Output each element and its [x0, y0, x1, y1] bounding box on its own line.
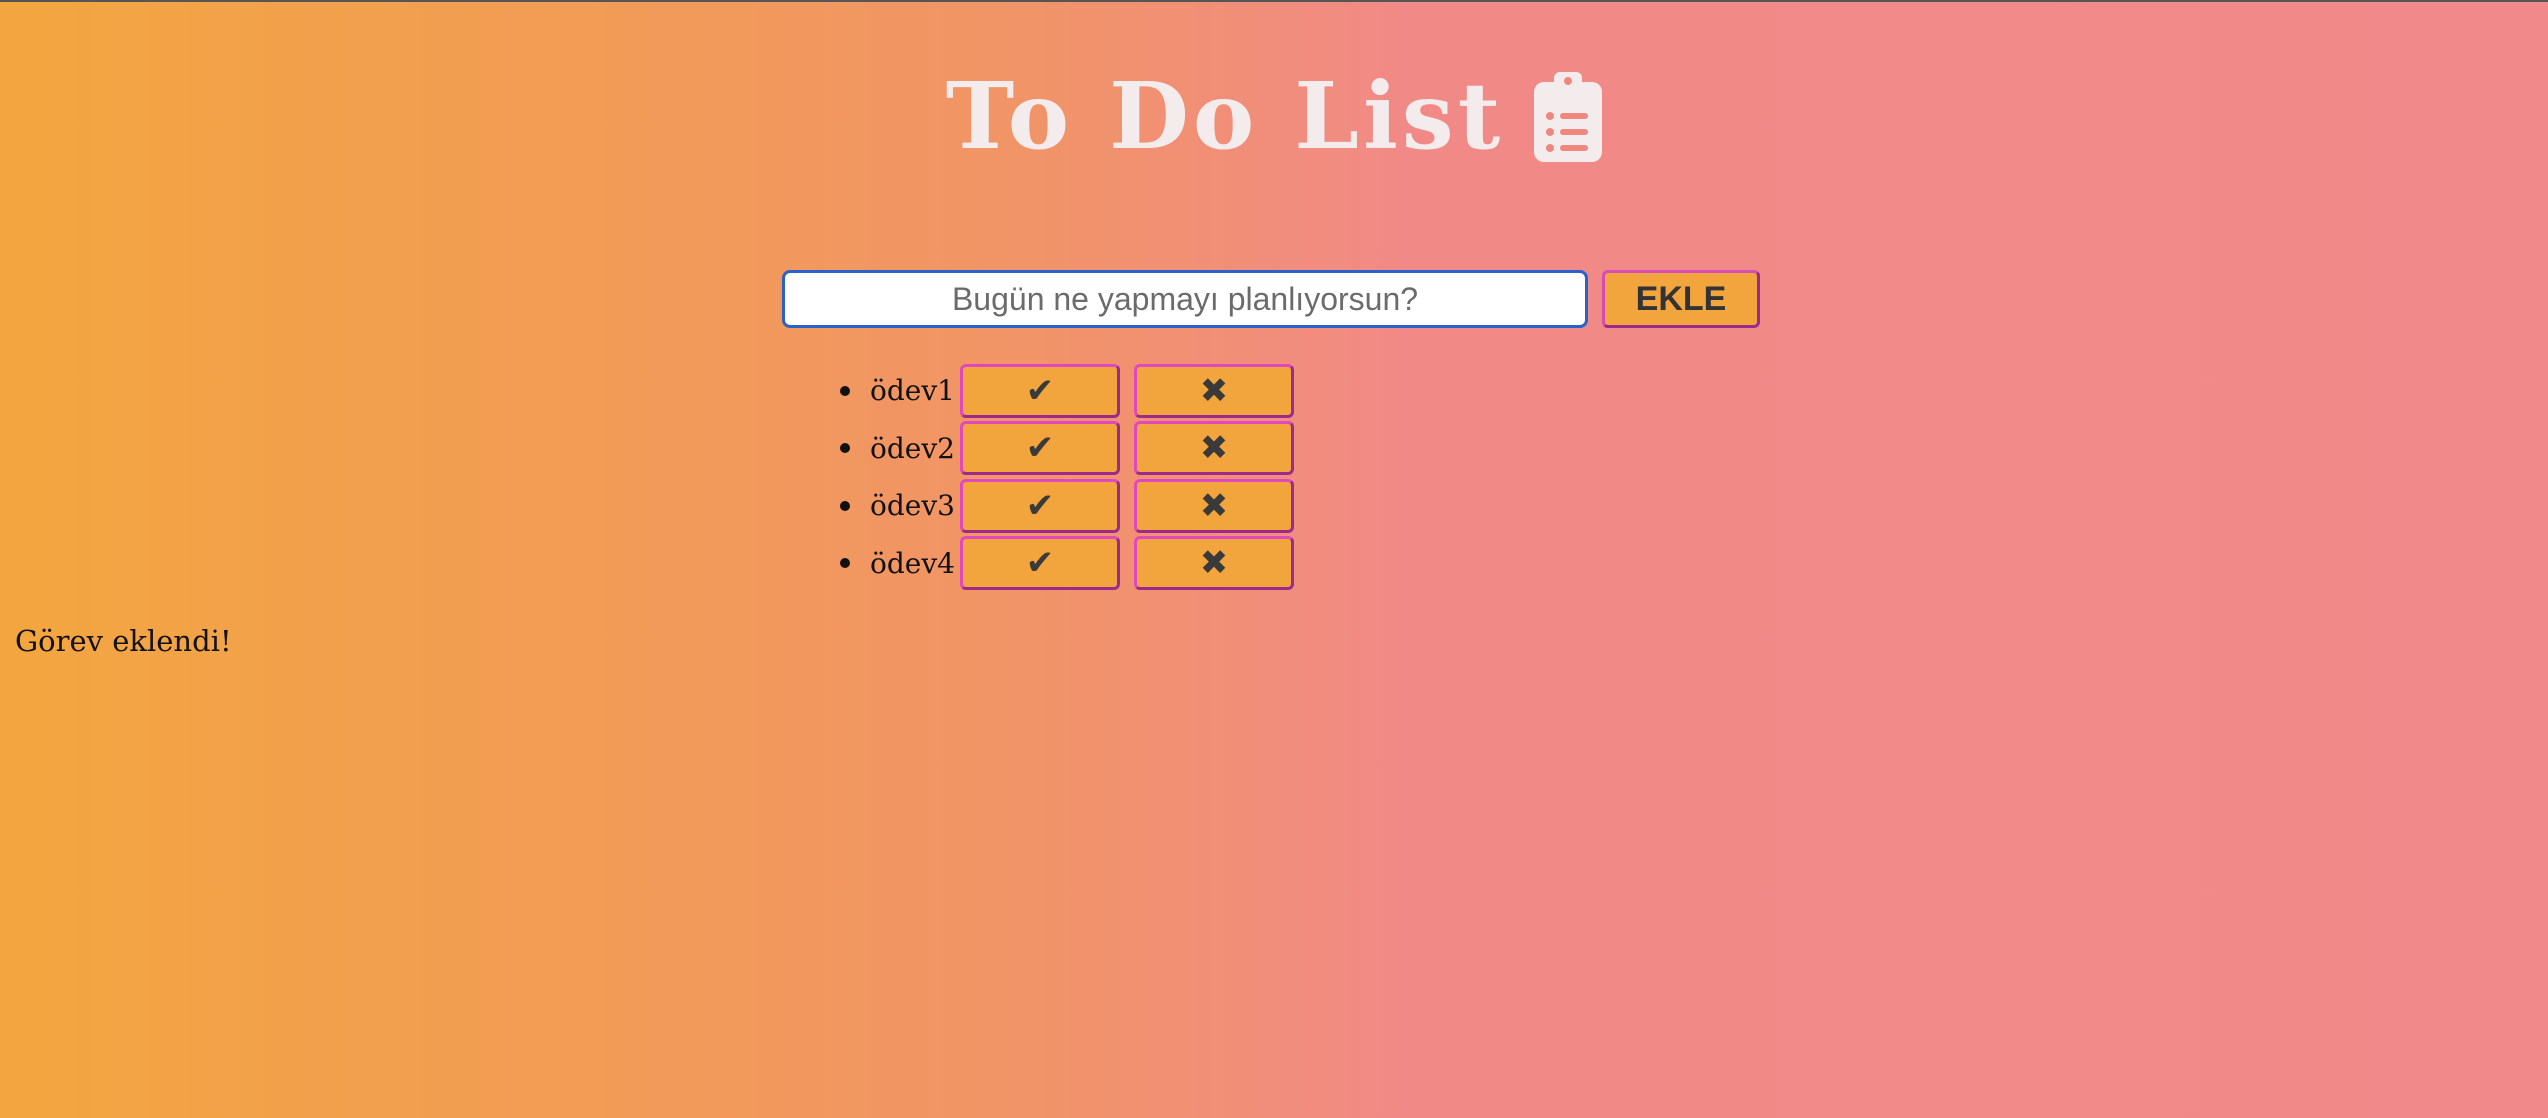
task-label: ödev3	[870, 489, 955, 523]
task-label: ödev1	[870, 374, 955, 408]
clipboard-list-icon	[1534, 72, 1603, 162]
bullet-icon	[840, 558, 850, 569]
status-message: Görev eklendi!	[15, 624, 232, 658]
check-icon: ✔	[1025, 370, 1055, 411]
page-title: To Do List	[945, 62, 1505, 170]
close-icon: ✖	[1199, 428, 1229, 469]
delete-task-button[interactable]: ✖	[1134, 421, 1294, 476]
delete-task-button[interactable]: ✖	[1134, 363, 1294, 418]
bullet-icon	[840, 500, 850, 511]
task-item: ödev4 ✔ ✖	[828, 535, 1308, 593]
task-item: ödev2 ✔ ✖	[828, 420, 1308, 478]
task-item: ödev1 ✔ ✖	[828, 362, 1308, 420]
check-icon: ✔	[1025, 543, 1055, 584]
task-list: ödev1 ✔ ✖ ödev2 ✔ ✖ ödev3 ✔ ✖ ödev4 ✔ ✖	[828, 362, 1308, 592]
task-item: ödev3 ✔ ✖	[828, 477, 1308, 535]
check-icon: ✔	[1025, 485, 1055, 526]
add-task-form: EKLE	[782, 270, 1760, 328]
header: To Do List	[0, 70, 2548, 162]
bullet-icon	[840, 443, 850, 454]
close-icon: ✖	[1199, 543, 1229, 584]
task-label: ödev4	[870, 546, 955, 580]
delete-task-button[interactable]: ✖	[1134, 478, 1294, 533]
close-icon: ✖	[1199, 485, 1229, 526]
complete-task-button[interactable]: ✔	[960, 363, 1120, 418]
complete-task-button[interactable]: ✔	[960, 536, 1120, 591]
window-top-border	[0, 0, 2548, 2]
add-task-button[interactable]: EKLE	[1602, 270, 1760, 328]
complete-task-button[interactable]: ✔	[960, 421, 1120, 476]
complete-task-button[interactable]: ✔	[960, 478, 1120, 533]
delete-task-button[interactable]: ✖	[1134, 536, 1294, 591]
check-icon: ✔	[1025, 428, 1055, 469]
task-input[interactable]	[782, 270, 1588, 328]
task-label: ödev2	[870, 431, 955, 465]
bullet-icon	[840, 385, 850, 396]
close-icon: ✖	[1199, 370, 1229, 411]
